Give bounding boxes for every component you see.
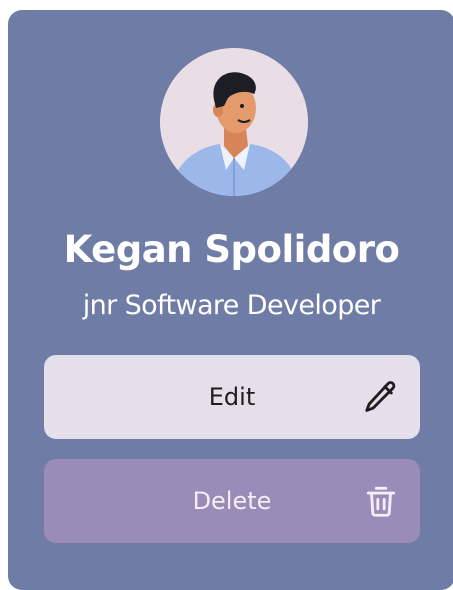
pencil-icon [365,381,396,412]
person-avatar-icon [160,48,308,196]
edit-button[interactable]: Edit [44,355,420,439]
trash-icon [366,486,396,517]
profile-card: Kegan Spolidoro jnr Software Developer E… [8,10,453,590]
profile-name: Kegan Spolidoro [63,228,400,271]
delete-button[interactable]: Delete [44,459,420,543]
profile-role: jnr Software Developer [82,290,381,321]
avatar [160,48,308,196]
